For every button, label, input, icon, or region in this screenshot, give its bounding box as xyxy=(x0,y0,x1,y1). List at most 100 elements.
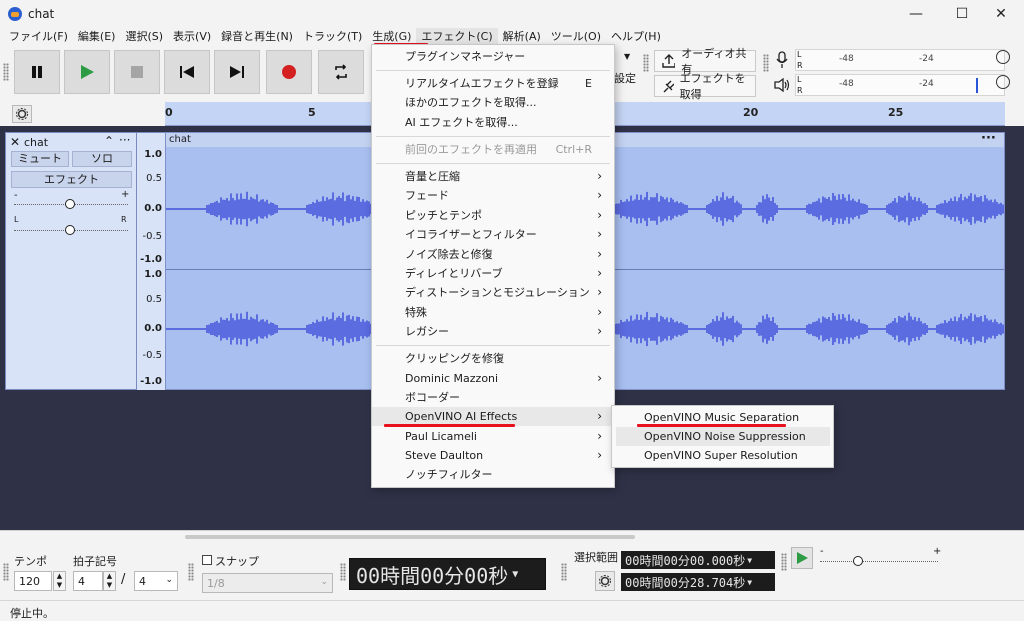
menu-file[interactable]: ファイル(F) xyxy=(4,28,73,46)
snap-checkbox[interactable] xyxy=(202,555,212,565)
bottom-grip-2[interactable] xyxy=(188,563,194,581)
bottom-grip-1[interactable] xyxy=(3,563,9,581)
bottom-grip-4[interactable] xyxy=(561,563,567,581)
menu-item-noise-removal[interactable]: ノイズ除去と修復 › xyxy=(372,245,614,264)
ruler-tick-20: 20 xyxy=(743,106,759,119)
toolbar-grip-3[interactable] xyxy=(763,54,769,72)
chevron-right-icon: › xyxy=(597,285,602,299)
menu-item-paul-licameli[interactable]: Paul Licameli › xyxy=(372,427,614,446)
window-title: chat xyxy=(28,7,55,21)
skip-start-button[interactable] xyxy=(164,50,210,94)
toolbar-grip-2[interactable] xyxy=(643,54,649,72)
submenu-item-super-resolution[interactable]: OpenVINO Super Resolution xyxy=(616,446,830,465)
speed-slider-track xyxy=(820,561,938,562)
menu-item-plugin-manager[interactable]: プラグインマネージャー xyxy=(372,47,614,66)
pause-button[interactable] xyxy=(14,50,60,94)
menu-item-special[interactable]: 特殊 › xyxy=(372,303,614,322)
toolbar-grip[interactable] xyxy=(3,63,9,81)
numerator-stepper[interactable]: ▲ ▼ xyxy=(103,571,116,591)
menu-item-add-realtime-effect[interactable]: リアルタイムエフェクトを登録 E xyxy=(372,74,614,93)
meter-tick-48: -48 xyxy=(839,54,854,64)
track-name[interactable]: chat xyxy=(24,136,48,149)
menu-item-vocoder[interactable]: ボコーダー xyxy=(372,388,614,407)
chevron-right-icon: › xyxy=(597,247,602,261)
menu-item-repeat-last-effect[interactable]: 前回のエフェクトを再適用 Ctrl+R xyxy=(372,140,614,159)
menu-item-delay-reverb[interactable]: ディレイとリバーブ › xyxy=(372,264,614,283)
menu-item-fade[interactable]: フェード › xyxy=(372,186,614,205)
menu-item-eq-filters[interactable]: イコライザーとフィルター › xyxy=(372,225,614,244)
gain-slider-thumb[interactable] xyxy=(65,199,75,209)
pan-slider-thumb[interactable] xyxy=(65,225,75,235)
microphone-icon[interactable] xyxy=(775,51,789,72)
get-effects-label: エフェクトを取得 xyxy=(679,72,746,101)
selection-settings-button[interactable] xyxy=(595,571,615,591)
gear-icon xyxy=(599,575,611,587)
submenu-item-noise-suppression[interactable]: OpenVINO Noise Suppression xyxy=(616,427,830,446)
menu-view[interactable]: 表示(V) xyxy=(168,28,216,46)
menu-item-pitch-tempo[interactable]: ピッチとテンポ › xyxy=(372,206,614,225)
snap-label: スナップ xyxy=(215,555,259,568)
track-close-icon[interactable]: ✕ xyxy=(10,135,20,149)
menu-item-volume-compression[interactable]: 音量と圧縮 › xyxy=(372,167,614,186)
track-collapse-icon[interactable]: ⌃ xyxy=(104,134,114,148)
close-button[interactable]: ✕ xyxy=(978,0,1024,28)
menu-item-notch-filter[interactable]: ノッチフィルター xyxy=(372,465,614,484)
bottom-grip-5[interactable] xyxy=(781,553,787,571)
menu-item-steve-daulton[interactable]: Steve Daulton › xyxy=(372,446,614,465)
selection-end-time[interactable]: 00時間00分28.704秒 ▼ xyxy=(621,573,775,591)
time-display-dropdown-icon: ▼ xyxy=(512,568,519,580)
record-meter[interactable]: L R -48 -24 xyxy=(795,49,1005,71)
time-display[interactable]: 00時間00分00秒 ▼ xyxy=(349,558,546,590)
time-signature-label: 拍子記号 xyxy=(73,555,117,568)
menu-separator xyxy=(376,345,610,346)
menu-edit[interactable]: 編集(E) xyxy=(73,28,121,46)
chevron-right-icon: › xyxy=(597,208,602,222)
menu-item-distortion-modulation[interactable]: ディストーションとモジュレーション › xyxy=(372,283,614,302)
playback-meter[interactable]: L R -48 -24 xyxy=(795,74,1005,96)
speed-slider-thumb[interactable] xyxy=(853,556,863,566)
status-text: 停止中。 xyxy=(10,607,54,620)
play-button[interactable] xyxy=(64,50,110,94)
mute-button[interactable]: ミュート xyxy=(11,151,69,167)
record-button[interactable] xyxy=(266,50,312,94)
channel-scale-right: 1.0 0.5 0.0 -0.5 -1.0 xyxy=(137,269,165,390)
skip-end-button[interactable] xyxy=(214,50,260,94)
snap-select[interactable]: 1/8 ⌄ xyxy=(202,573,333,593)
record-level-knob[interactable] xyxy=(996,50,1010,64)
solo-button[interactable]: ソロ xyxy=(72,151,132,167)
minimize-button[interactable]: — xyxy=(893,0,939,28)
menu-tracks[interactable]: トラック(T) xyxy=(298,28,367,46)
settings-dropdown-icon: ▼ xyxy=(624,52,631,61)
menu-item-clip-fix[interactable]: クリッピングを修復 xyxy=(372,349,614,368)
meter-tick-24: -24 xyxy=(919,79,934,89)
time-signature-denominator[interactable]: 4 ⌄ xyxy=(134,571,178,591)
menu-separator xyxy=(376,163,610,164)
menu-item-get-more-effects[interactable]: ほかのエフェクトを取得... xyxy=(372,93,614,112)
menu-item-dominic-mazzoni[interactable]: Dominic Mazzoni › xyxy=(372,369,614,388)
chevron-down-icon: ⌄ xyxy=(165,575,173,585)
tempo-input[interactable]: 120 xyxy=(14,571,52,591)
share-audio-button[interactable]: オーディオ共有 xyxy=(654,47,756,76)
stop-button[interactable] xyxy=(114,50,160,94)
timeline-settings-button[interactable] xyxy=(12,105,32,123)
menu-item-get-ai-effects[interactable]: AI エフェクトを取得... xyxy=(372,113,614,132)
loop-button[interactable] xyxy=(318,50,364,94)
tempo-stepper[interactable]: ▲ ▼ xyxy=(53,571,66,591)
chevron-right-icon: › xyxy=(597,266,602,280)
get-effects-button[interactable]: エフェクトを取得 xyxy=(654,72,756,101)
speaker-icon[interactable] xyxy=(773,77,791,96)
menu-item-legacy[interactable]: レガシー › xyxy=(372,322,614,341)
horizontal-scrollbar[interactable] xyxy=(185,535,635,539)
track-more-icon[interactable]: ··· xyxy=(119,133,130,147)
track-control-panel[interactable]: ✕ chat ⌃ ··· ミュート ソロ エフェクト - + L R xyxy=(5,132,137,390)
time-signature-numerator[interactable]: 4 xyxy=(73,571,103,591)
bottom-grip-3[interactable] xyxy=(340,563,346,581)
track-effects-button[interactable]: エフェクト xyxy=(11,171,132,188)
gear-icon xyxy=(16,108,28,120)
selection-start-time[interactable]: 00時間00分00.000秒 ▼ xyxy=(621,551,775,569)
menu-transport[interactable]: 録音と再生(N) xyxy=(216,28,298,46)
clip-more-icon[interactable]: ··· xyxy=(981,131,996,146)
menu-select[interactable]: 選択(S) xyxy=(120,28,168,46)
play-at-speed-button[interactable] xyxy=(791,547,813,569)
playback-level-knob[interactable] xyxy=(996,75,1010,89)
